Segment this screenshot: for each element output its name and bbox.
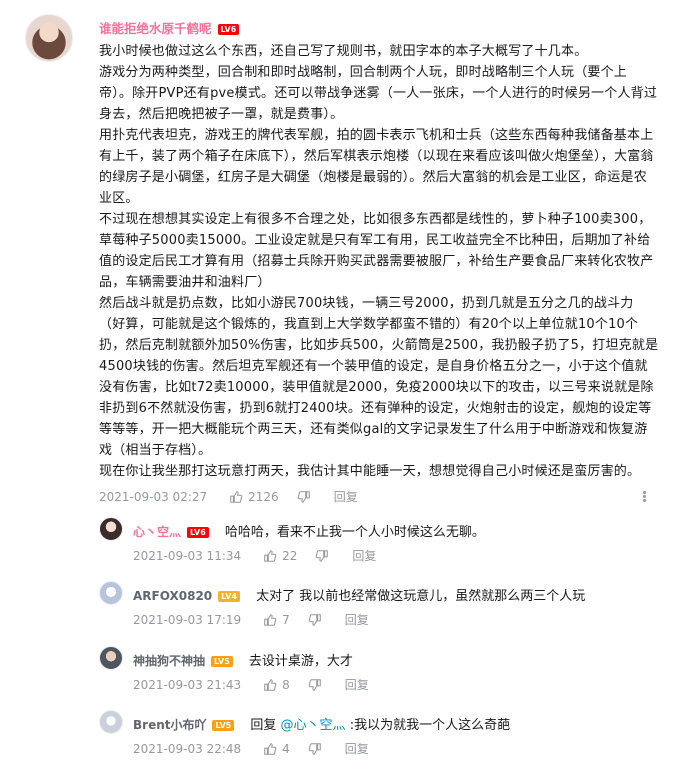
reply-time: 2021-09-03 21:43: [133, 677, 242, 692]
like-count: 2126: [248, 489, 279, 504]
reply-time: 2021-09-03 17:19: [133, 612, 242, 627]
thumbs-down-icon: [308, 742, 321, 755]
reply-button[interactable]: 回复: [345, 740, 369, 757]
comment-content: 我小时候也做过这么个东西，还自己写了规则书，就田字本的本子大概写了十几本。 游戏…: [99, 41, 659, 482]
mention-link[interactable]: @心丶空灬: [281, 718, 346, 733]
avatar[interactable]: [25, 14, 73, 62]
like-button[interactable]: 22: [263, 549, 297, 563]
content-paragraph: 用扑克代表坦克，游戏王的牌代表军舰，拍的圆卡表示飞机和士兵（这些东西每种我储备基…: [99, 128, 654, 206]
dislike-button[interactable]: [297, 490, 316, 504]
like-button[interactable]: 7: [263, 613, 290, 627]
reply-text: 哈哈哈，看来不止我一个人小时候这么无聊。: [224, 525, 485, 540]
reply-username[interactable]: ARFOX0820: [133, 589, 212, 603]
thumbs-down-icon: [308, 613, 321, 626]
content-paragraph: 我小时候也做过这么个东西，还自己写了规则书，就田字本的本子大概写了十几本。: [99, 44, 588, 59]
sub-reply: Brent小布吖 LV5 回复 @心丶空灬 :我以为就我一个人这么奇葩 2021-…: [99, 710, 659, 765]
level-badge: LV4: [218, 591, 240, 602]
avatar[interactable]: [99, 646, 123, 670]
thumbs-up-icon: [264, 613, 277, 626]
like-count: 4: [282, 741, 290, 756]
reply-username[interactable]: Brent小布吖: [133, 718, 206, 732]
reply-button[interactable]: 回复: [345, 676, 369, 693]
avatar[interactable]: [99, 517, 123, 541]
reply-text: 去设计桌游，大才: [248, 654, 353, 669]
like-button[interactable]: 8: [263, 678, 290, 692]
avatar[interactable]: [99, 581, 123, 605]
more-dots-icon[interactable]: [636, 490, 652, 506]
reply-username[interactable]: 心丶空灬: [133, 525, 181, 539]
reply-line: 心丶空灬 LV6 哈哈哈，看来不止我一个人小时候这么无聊。: [133, 521, 485, 540]
dislike-button[interactable]: [308, 742, 327, 756]
reply-button[interactable]: 回复: [352, 547, 376, 564]
reply-meta: 2021-09-03 17:19 7 回复: [133, 611, 369, 628]
reply-meta: 2021-09-03 21:43 8 回复: [133, 676, 369, 693]
reply-text: :我以为就我一个人这么奇葩: [349, 718, 511, 733]
reply-time: 2021-09-03 11:34: [133, 548, 242, 563]
level-badge: LV5: [211, 656, 233, 667]
reply-meta: 2021-09-03 22:48 4 回复: [133, 740, 369, 757]
content-paragraph: 现在你让我坐那打这玩意打两天，我估计其中能睡一天，想想觉得自己小时候还是蛮厉害的…: [99, 464, 641, 479]
comment-time: 2021-09-03 02:27: [99, 489, 208, 504]
username-text[interactable]: 谁能拒绝水原千鹤呢: [99, 21, 212, 36]
reply-line: 神抽狗不神抽 LV5 去设计桌游，大才: [133, 650, 353, 669]
like-count: 8: [282, 677, 290, 692]
level-badge: LV5: [212, 720, 235, 731]
content-paragraph: 游戏分为两种类型，回合制和即时战略制，回合制两个人玩，即时战略制三个人玩（要个上…: [99, 65, 658, 122]
comment-meta: 2021-09-03 02:27 2126 回复: [99, 488, 358, 505]
reply-button[interactable]: 回复: [345, 611, 369, 628]
thumbs-up-icon: [264, 678, 277, 691]
sub-reply: ARFOX0820 LV4 太对了 我以前也经常做这玩意儿，虽然就那么两三个人玩 …: [99, 581, 659, 631]
thumbs-down-icon: [308, 678, 321, 691]
thumbs-down-icon: [297, 490, 310, 503]
dislike-button[interactable]: [308, 613, 327, 627]
reply-username[interactable]: 神抽狗不神抽: [133, 654, 205, 668]
comment-username[interactable]: 谁能拒绝水原千鹤呢 LV6: [99, 18, 240, 37]
thumbs-up-icon: [264, 742, 277, 755]
dislike-button[interactable]: [308, 678, 327, 692]
thumbs-down-icon: [316, 549, 329, 562]
reply-meta: 2021-09-03 11:34 22 回复: [133, 547, 376, 564]
thumbs-up-icon: [230, 490, 243, 503]
sub-reply: 心丶空灬 LV6 哈哈哈，看来不止我一个人小时候这么无聊。 2021-09-03 …: [99, 517, 659, 567]
content-paragraph: 不过现在想想其实设定上有很多不合理之处，比如很多东西都是线性的，萝卜种子100卖…: [99, 212, 654, 290]
like-button[interactable]: 2126: [229, 490, 279, 504]
level-badge: LV6: [217, 24, 240, 35]
reply-prefix: 回复: [250, 718, 277, 733]
reply-text: 太对了 我以前也经常做这玩意儿，虽然就那么两三个人玩: [256, 589, 586, 604]
thumbs-up-icon: [264, 549, 277, 562]
like-button[interactable]: 4: [263, 742, 290, 756]
reply-button[interactable]: 回复: [334, 488, 358, 505]
reply-line: Brent小布吖 LV5 回复 @心丶空灬 :我以为就我一个人这么奇葩: [133, 714, 510, 733]
like-count: 7: [282, 612, 290, 627]
content-paragraph: 然后战斗就是扔点数，比如小游民700块钱，一辆三号2000，扔到几就是五分之几的…: [99, 296, 659, 458]
level-badge: LV6: [187, 527, 209, 538]
reply-time: 2021-09-03 22:48: [133, 741, 242, 756]
reply-text-wrap: 回复 @心丶空灬 :我以为就我一个人这么奇葩: [250, 718, 510, 733]
like-count: 22: [282, 548, 298, 563]
dislike-button[interactable]: [315, 549, 334, 563]
sub-reply: 神抽狗不神抽 LV5 去设计桌游，大才 2021-09-03 21:43 8 回复: [99, 646, 659, 696]
avatar[interactable]: [99, 710, 123, 734]
reply-line: ARFOX0820 LV4 太对了 我以前也经常做这玩意儿，虽然就那么两三个人玩: [133, 585, 585, 604]
